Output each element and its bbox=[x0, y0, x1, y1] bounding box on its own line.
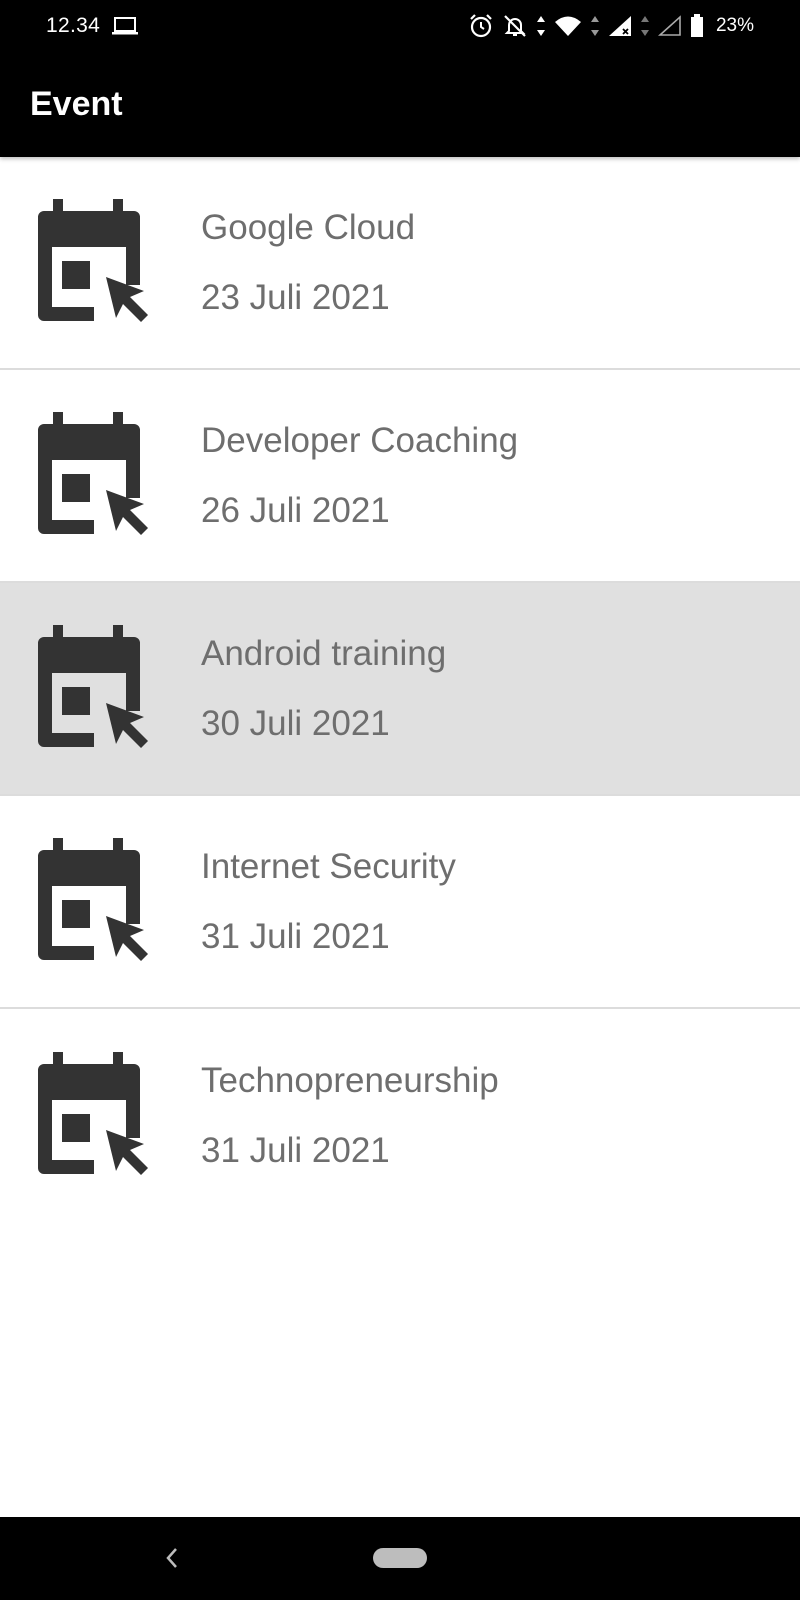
notifications-off-icon bbox=[502, 13, 528, 39]
event-name: Technopreneurship bbox=[201, 1060, 499, 1100]
event-date: 26 Juli 2021 bbox=[201, 490, 390, 530]
event-list-item[interactable]: Technopreneurship 31 Juli 2021 bbox=[0, 1009, 800, 1222]
signal-empty-icon bbox=[657, 15, 682, 37]
data-arrows-icon bbox=[536, 15, 546, 37]
event-list-item[interactable]: Android training 30 Juli 2021 bbox=[0, 583, 800, 796]
alarm-icon bbox=[468, 13, 494, 39]
event-text: Developer Coaching 26 Juli 2021 bbox=[201, 421, 518, 531]
event-calendar-icon bbox=[36, 198, 152, 327]
event-calendar-icon bbox=[36, 411, 152, 540]
event-list: Google Cloud 23 Juli 2021 Developer Coachi… bbox=[0, 157, 800, 1222]
event-list-item[interactable]: Google Cloud 23 Juli 2021 bbox=[0, 157, 800, 370]
event-name: Google Cloud bbox=[201, 207, 416, 247]
event-list-item[interactable]: Internet Security 31 Juli 2021 bbox=[0, 796, 800, 1009]
navigation-bar bbox=[0, 1517, 800, 1600]
event-text: Technopreneurship 31 Juli 2021 bbox=[201, 1061, 499, 1171]
event-name: Developer Coaching bbox=[201, 420, 519, 460]
event-text: Google Cloud 23 Juli 2021 bbox=[201, 208, 415, 318]
battery-icon bbox=[690, 14, 704, 38]
event-date: 31 Juli 2021 bbox=[201, 1130, 390, 1170]
data-arrows-icon bbox=[640, 15, 650, 37]
event-calendar-icon bbox=[36, 1051, 152, 1180]
status-time: 12.34 bbox=[46, 14, 101, 37]
event-text: Internet Security 31 Juli 2021 bbox=[201, 847, 456, 957]
back-icon[interactable] bbox=[162, 1543, 182, 1578]
event-name: Internet Security bbox=[201, 846, 456, 886]
event-name: Android training bbox=[201, 633, 447, 673]
event-date: 30 Juli 2021 bbox=[201, 703, 390, 743]
event-calendar-icon bbox=[36, 837, 152, 966]
battery-percentage: 23% bbox=[715, 15, 754, 36]
status-right: 23% bbox=[468, 13, 754, 39]
status-bar: 12.34 23% bbox=[0, 0, 800, 52]
app-bar: Event bbox=[0, 52, 800, 157]
event-calendar-icon bbox=[36, 624, 152, 753]
event-date: 23 Juli 2021 bbox=[201, 277, 390, 317]
event-list-item[interactable]: Developer Coaching 26 Juli 2021 bbox=[0, 370, 800, 583]
laptop-icon bbox=[112, 16, 139, 36]
event-date: 31 Juli 2021 bbox=[201, 916, 390, 956]
page-title: Event bbox=[30, 85, 123, 123]
home-pill-icon[interactable] bbox=[373, 1548, 427, 1568]
event-text: Android training 30 Juli 2021 bbox=[201, 634, 446, 744]
status-left: 12.34 bbox=[46, 14, 139, 38]
signal-icon bbox=[608, 15, 632, 37]
data-arrows-icon bbox=[590, 15, 600, 37]
wifi-icon bbox=[554, 15, 582, 37]
